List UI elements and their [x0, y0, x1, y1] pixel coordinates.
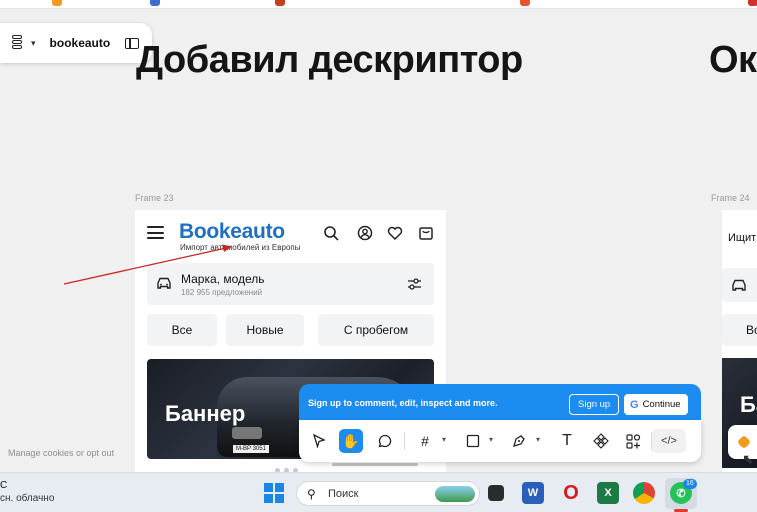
google-continue-button[interactable]: G Continue [624, 394, 688, 415]
move-tool-icon[interactable] [307, 429, 331, 453]
comment-tool-icon[interactable] [373, 429, 397, 453]
component-tool-icon[interactable] [589, 429, 613, 453]
search-highlight-image [435, 486, 475, 502]
task-view-icon[interactable] [488, 485, 504, 501]
chevron-down-icon[interactable]: ▾ [442, 435, 446, 444]
cookies-link[interactable]: Manage cookies or opt out [8, 448, 114, 458]
word-icon[interactable]: W [522, 482, 544, 504]
search-icon: ⚲ [307, 487, 316, 501]
chrome-icon[interactable] [633, 482, 655, 504]
dev-mode-toggle[interactable]: </> [652, 429, 686, 453]
mouse-cursor-icon: ⬉ [742, 451, 754, 467]
bookmark-icon[interactable] [748, 0, 757, 6]
horizontal-scrollbar[interactable] [332, 463, 418, 466]
weather-widget[interactable]: С сн. облачно [0, 479, 54, 505]
text-tool-icon[interactable]: T [555, 429, 579, 453]
bookmark-icon[interactable] [275, 0, 285, 6]
chevron-down-icon[interactable]: ▾ [536, 435, 540, 444]
hand-tool-icon[interactable]: ✋ [339, 429, 363, 453]
continue-label: Continue [642, 399, 681, 410]
windows-taskbar: С сн. облачно ⚲ Поиск W O X ✆ 16 [0, 472, 757, 512]
taskbar-search-placeholder: Поиск [328, 488, 359, 500]
signup-message: Sign up to comment, edit, inspect and mo… [308, 398, 498, 408]
bookmark-icon[interactable] [52, 0, 62, 6]
bookmark-icon[interactable] [150, 0, 160, 6]
weather-condition: сн. облачно [0, 493, 55, 504]
shape-tool-icon[interactable] [461, 429, 485, 453]
signup-banner: Sign up to comment, edit, inspect and mo… [299, 384, 701, 424]
toolbar-divider [404, 432, 405, 450]
sign-up-button[interactable]: Sign up [569, 394, 620, 415]
actions-tool-icon[interactable] [621, 429, 645, 453]
bookmark-icon[interactable] [520, 0, 530, 6]
pen-tool-icon[interactable] [507, 429, 531, 453]
weather-temp: С [0, 480, 8, 491]
chevron-down-icon[interactable]: ▾ [489, 435, 493, 444]
browser-bookmarks-bar [0, 0, 757, 9]
taskbar-search[interactable]: ⚲ Поиск [296, 481, 480, 506]
frame-tool-icon[interactable]: # [413, 429, 437, 453]
google-icon: G [630, 398, 639, 411]
plugin-icon [736, 434, 752, 450]
windows-start-icon[interactable] [264, 483, 284, 503]
opera-icon[interactable]: O [560, 482, 582, 504]
bottom-toolbar: ✋ # ▾ ▾ ▾ T </> [299, 420, 701, 462]
excel-icon[interactable]: X [597, 482, 619, 504]
notification-badge: 16 [683, 479, 697, 489]
